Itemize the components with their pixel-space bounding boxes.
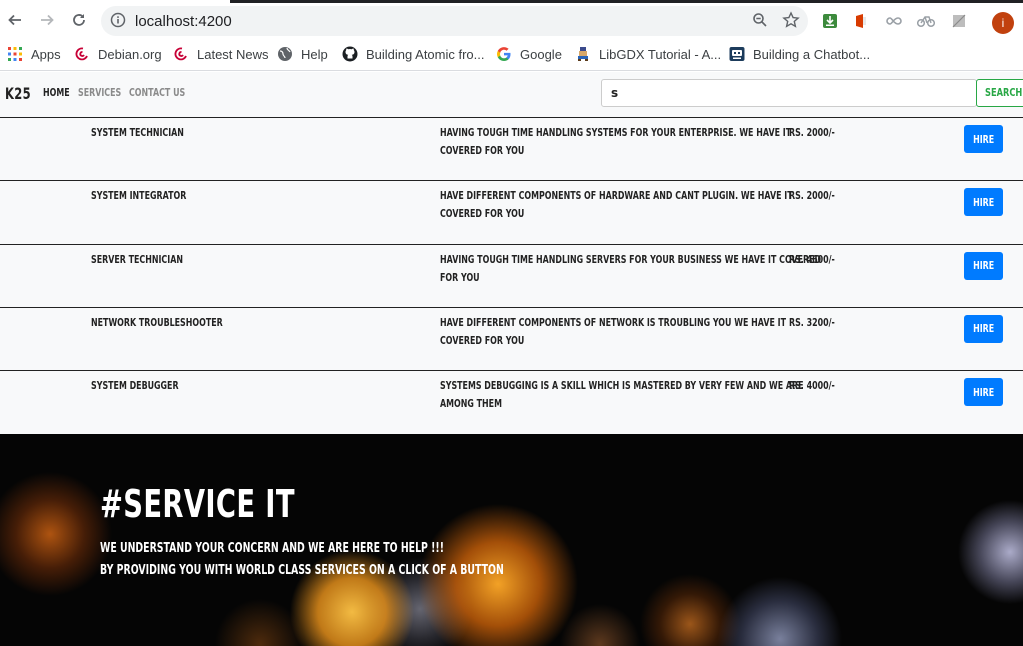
- bookmark-libgdx[interactable]: LibGDX Tutorial - A...: [575, 44, 721, 64]
- search-button[interactable]: Search: [976, 79, 1023, 107]
- nav-contact-us[interactable]: Contact Us: [129, 86, 185, 99]
- description-line: Having tough time handling systems for y…: [440, 126, 792, 139]
- bookmark-debian[interactable]: Debian.org: [74, 44, 162, 64]
- hire-button-label: Hire: [972, 259, 995, 273]
- service-price: Rs. 4000/-: [789, 379, 835, 393]
- hire-button-label: Hire: [972, 132, 995, 146]
- hire-button-label: Hire: [972, 322, 995, 336]
- bookmark-help[interactable]: Help: [277, 44, 328, 64]
- service-name: Network Troubleshooter: [91, 315, 223, 329]
- back-button[interactable]: [3, 8, 27, 32]
- debian-icon: [74, 46, 90, 62]
- table-row: System Integrator Have different compone…: [0, 181, 1023, 245]
- sprite-icon: [575, 46, 591, 62]
- services-table: System Technician Having tough time hand…: [0, 118, 1023, 434]
- service-price: Rs. 3200/-: [789, 315, 835, 329]
- hire-button[interactable]: Hire: [964, 125, 1003, 153]
- bookmark-label: Building Atomic fro...: [366, 46, 485, 62]
- description-line: among them: [440, 397, 502, 411]
- extension-infinity-icon[interactable]: [885, 12, 903, 30]
- forward-button[interactable]: [35, 8, 59, 32]
- nav-home[interactable]: Home: [43, 86, 70, 99]
- service-name: System Technician: [91, 126, 184, 139]
- extension-square-icon[interactable]: [950, 12, 968, 30]
- service-name: System Debugger: [91, 379, 179, 393]
- bookmark-label: Latest News: [197, 46, 269, 62]
- service-description: Have different components of hardware an…: [440, 187, 930, 223]
- reload-icon: [73, 14, 85, 26]
- site-info-icon[interactable]: [110, 12, 126, 33]
- github-icon: [342, 46, 358, 62]
- hire-button[interactable]: Hire: [964, 314, 1003, 343]
- description-line: Have different components of network is …: [440, 315, 787, 329]
- hire-button-label: Hire: [972, 385, 995, 399]
- hero-banner: #Service IT We understand your concern a…: [0, 434, 1023, 646]
- extension-download-icon[interactable]: [821, 12, 839, 30]
- bookmark-label: Apps: [31, 46, 61, 62]
- app-navbar: K25 Home Services Contact Us s Search: [0, 72, 1023, 118]
- service-price: Rs. 2000/-: [789, 126, 835, 139]
- service-description: Systems debugging is a skill which is ma…: [440, 377, 945, 413]
- zoom-icon[interactable]: [752, 12, 768, 33]
- bookmark-label: Building a Chatbot...: [753, 46, 871, 62]
- extension-office-icon[interactable]: [852, 12, 870, 30]
- bookmark-building-atomic[interactable]: Building Atomic fro...: [342, 44, 485, 64]
- description-line: covered for you: [440, 207, 525, 221]
- service-price: Rs. 4600/-: [789, 252, 835, 266]
- hero-tagline: We understand your concern and we are he…: [100, 541, 444, 556]
- forward-arrow-icon: [41, 14, 54, 26]
- hero-title: #Service IT: [100, 482, 295, 526]
- hire-button[interactable]: Hire: [964, 378, 1003, 407]
- bookmark-label: Debian.org: [98, 46, 162, 62]
- search-input[interactable]: s: [601, 79, 977, 107]
- bookmark-google[interactable]: Google: [496, 44, 562, 64]
- bookmark-chatbot[interactable]: Building a Chatbot...: [729, 44, 870, 64]
- hire-button[interactable]: Hire: [964, 188, 1003, 217]
- extension-bike-icon[interactable]: [917, 12, 935, 30]
- nav-services[interactable]: Services: [78, 86, 121, 99]
- hire-button[interactable]: Hire: [964, 251, 1003, 280]
- bookmark-label: Help: [301, 46, 328, 62]
- description-line: Have different components of hardware an…: [440, 189, 793, 203]
- profile-avatar[interactable]: i: [992, 12, 1014, 34]
- apps-grid-icon: [7, 46, 23, 62]
- table-row: System Debugger Systems debugging is a s…: [0, 371, 1023, 434]
- bookmark-apps[interactable]: Apps: [7, 44, 61, 64]
- table-row: System Technician Having tough time hand…: [0, 118, 1023, 182]
- bookmarks-bar: Apps Debian.org Latest News Help Buildin…: [0, 38, 1023, 71]
- service-description: Have different components of network is …: [440, 314, 921, 350]
- description-line: Systems debugging is a skill which is ma…: [440, 379, 804, 393]
- service-description: Having tough time handling servers for y…: [440, 251, 969, 287]
- service-price: Rs. 2000/-: [789, 189, 835, 203]
- url-text[interactable]: localhost:4200: [135, 13, 232, 30]
- service-description: Having tough time handling systems for y…: [440, 124, 928, 160]
- brand-logo[interactable]: K25: [5, 84, 31, 103]
- table-row: Network Troubleshooter Have different co…: [0, 308, 1023, 372]
- description-line: Having tough time handling servers for y…: [440, 252, 822, 266]
- bookmark-latest-news[interactable]: Latest News: [173, 44, 269, 64]
- google-icon: [496, 46, 512, 62]
- table-row: Server Technician Having tough time hand…: [0, 245, 1023, 308]
- globe-icon: [277, 46, 293, 62]
- hire-button-label: Hire: [972, 195, 995, 209]
- description-line: covered for you: [440, 333, 525, 347]
- address-toolbar: localhost:4200 i: [0, 3, 1023, 38]
- service-name: System Integrator: [91, 189, 187, 203]
- omnibox[interactable]: localhost:4200: [101, 6, 808, 36]
- bookmark-label: Google: [520, 46, 562, 62]
- bookmark-star-icon[interactable]: [782, 11, 800, 34]
- back-arrow-icon: [8, 14, 21, 26]
- bookmark-label: LibGDX Tutorial - A...: [599, 46, 722, 62]
- service-name: Server Technician: [91, 252, 183, 266]
- search-button-label: Search: [985, 86, 1023, 99]
- reload-button[interactable]: [67, 8, 91, 32]
- hero-tagline: By providing you with world class servic…: [100, 563, 504, 578]
- debian-icon: [173, 46, 189, 62]
- chatbot-icon: [729, 46, 745, 62]
- description-line: for you: [440, 270, 480, 284]
- description-line: covered for you: [440, 144, 525, 157]
